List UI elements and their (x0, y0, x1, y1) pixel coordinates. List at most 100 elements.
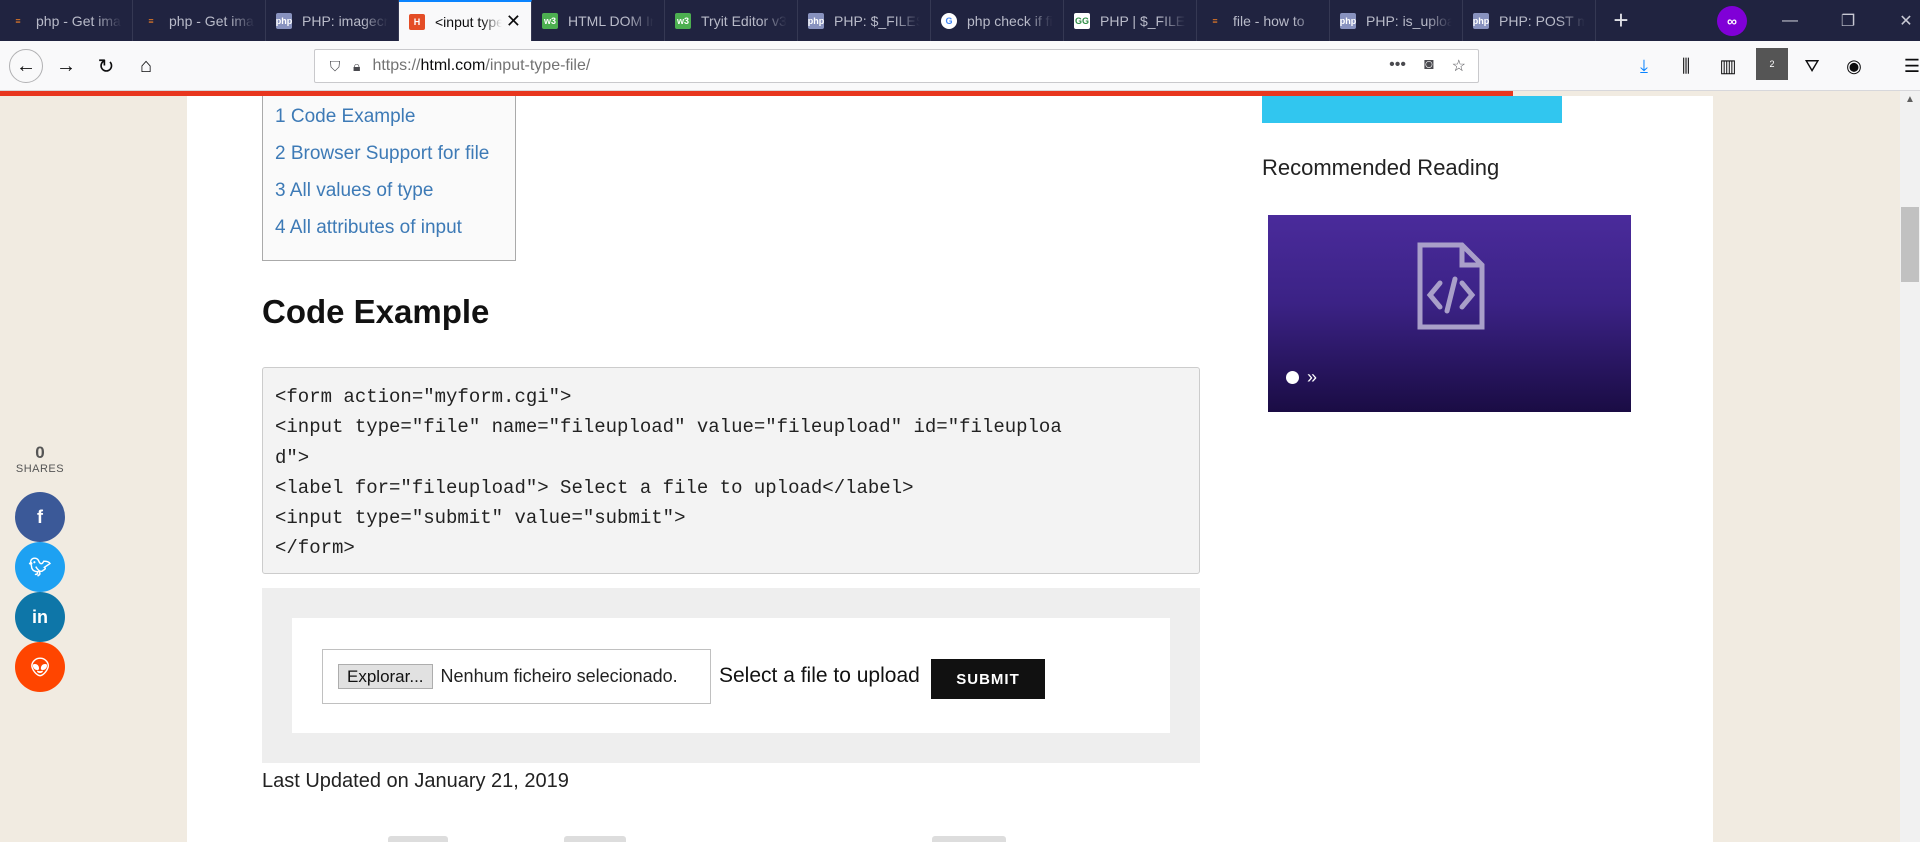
php-icon: php (276, 12, 292, 29)
tab-label: PHP: imagecreate (302, 12, 388, 29)
submit-button[interactable]: SUBMIT (931, 659, 1045, 699)
reload-button[interactable]: ↻ (90, 50, 122, 82)
tab-label: HTML DOM Input (568, 12, 654, 29)
browser-tab[interactable]: w3 HTML DOM Input (532, 0, 665, 41)
htmlcom-icon: H (409, 13, 425, 30)
facebook-icon: f (37, 506, 43, 527)
page-actions-icon[interactable]: ••• (1389, 56, 1406, 76)
code-file-icon (1417, 242, 1485, 330)
ad-banner-bottom[interactable] (1262, 96, 1562, 123)
tab-label: PHP | $_FILES (1100, 12, 1186, 29)
toc-item-attributes-of-input[interactable]: 4 All attributes of input (275, 217, 462, 239)
toc-item-browser-support[interactable]: 2 Browser Support for file (275, 143, 489, 165)
demo-form: Explorar... Nenhum ficheiro selecionado.… (292, 618, 1170, 733)
share-label: SHARES (15, 463, 65, 475)
tab-label: PHP: POST method (1499, 12, 1585, 29)
tab-label: php check if file (967, 12, 1053, 29)
live-demo: Explorar... Nenhum ficheiro selecionado.… (262, 588, 1200, 763)
code-line: <input type="file" name="fileupload" val… (275, 416, 1062, 439)
content-peek (564, 836, 626, 842)
code-line: </form> (275, 537, 355, 560)
scroll-up-icon[interactable]: ▲ (1903, 94, 1917, 108)
tab-strip: ≡ php - Get image ≡ php - Get image php PHP: … (0, 0, 1920, 41)
stackoverflow-icon: ≡ (15, 15, 21, 26)
browser-tab[interactable]: ≡ file - how to (1197, 0, 1330, 41)
scrollbar-thumb[interactable] (1901, 207, 1919, 282)
browser-tab[interactable]: php PHP: POST method (1463, 0, 1596, 41)
browser-tab[interactable]: ≡ php - Get image (0, 0, 133, 41)
minimize-button[interactable]: — (1761, 0, 1819, 41)
google-icon: G (941, 12, 957, 29)
browser-tab[interactable]: Gphp check if file (931, 0, 1064, 41)
code-line: <form action="myform.cgi"> (275, 386, 572, 408)
extension-icon[interactable]: ⛛ (1796, 50, 1828, 82)
url-text[interactable]: https://html.com/input-type-file/ (372, 57, 590, 75)
linkedin-share-button[interactable]: in (15, 592, 65, 642)
share-counter: 0 SHARES (14, 443, 66, 475)
tab-label: <input type="file"> (435, 13, 502, 30)
window-controls: ∞ — ❐ ✕ (1703, 0, 1920, 41)
bookmark-star-icon[interactable]: ☆ (1452, 56, 1466, 76)
toc-item-code-example[interactable]: 1 Code Example (275, 106, 415, 128)
lock-icon[interactable]: 🔒︎ (353, 58, 360, 75)
browser-tab[interactable]: GG PHP | $_FILES (1064, 0, 1197, 41)
restore-button[interactable]: ❐ (1819, 0, 1877, 41)
forward-button[interactable]: → (50, 50, 82, 82)
tab-label: php - Get image (169, 12, 255, 29)
home-button[interactable]: ⌂ (130, 50, 162, 82)
browser-tab[interactable]: ≡ php - Get image (133, 0, 266, 41)
share-count: 0 (35, 443, 45, 462)
code-line: <input type="submit" value="submit"> (275, 507, 686, 530)
library-icon[interactable]: ⫼ (1670, 50, 1702, 82)
browser-tab[interactable]: H <input type="file">✕ (399, 0, 532, 41)
content-peek (932, 836, 1006, 842)
tab-label: PHP: $_FILES (834, 12, 920, 29)
stackoverflow-icon: ≡ (1212, 15, 1218, 26)
file-input-label[interactable]: Select a file to upload (719, 664, 920, 688)
sidebar-icon[interactable]: ▥ (1712, 50, 1744, 82)
table-of-contents: 1 Code Example 2 Browser Support for fil… (262, 96, 516, 261)
account-icon[interactable]: ◉ (1838, 50, 1870, 82)
new-tab-button[interactable]: + (1596, 0, 1646, 41)
php-icon: php (1473, 12, 1489, 29)
browser-tab[interactable]: w3 Tryit Editor v3.6 (665, 0, 798, 41)
browser-tab[interactable]: php PHP: imagecreate (266, 0, 399, 41)
stackoverflow-icon: ≡ (148, 15, 154, 26)
twitter-share-button[interactable]: 🐦︎ (15, 542, 65, 592)
code-line: <label for="fileupload"> Select a file t… (275, 476, 914, 499)
tab-label: php - Get image (36, 12, 122, 29)
php-icon: php (1340, 12, 1356, 29)
w3schools-icon: w3 (675, 12, 691, 29)
linkedin-icon: in (32, 606, 48, 627)
private-browsing-icon: ∞ (1703, 0, 1761, 41)
adblock-icon[interactable]: ABP2 (1754, 48, 1788, 82)
reddit-share-button[interactable]: 👽︎ (15, 642, 65, 692)
scrollbar-track[interactable] (1900, 91, 1920, 842)
php-icon: php (808, 12, 824, 29)
close-tab-icon[interactable]: ✕ (506, 11, 521, 32)
menu-icon[interactable]: ☰ (1896, 50, 1920, 82)
address-bar[interactable]: ⛉ 🔒︎ https://html.com/input-type-file/ •… (314, 49, 1479, 83)
navigation-toolbar: ← → ↻ ⌂ ⛉ 🔒︎ https://html.com/input-type… (0, 41, 1920, 91)
tracking-shield-icon[interactable]: ⛉ (327, 57, 343, 75)
close-window-button[interactable]: ✕ (1877, 0, 1920, 41)
slider-next-button[interactable]: » (1307, 367, 1317, 388)
w3schools-icon: w3 (542, 12, 558, 29)
slider-dot[interactable] (1286, 371, 1299, 384)
tab-label: PHP: is_uploaded (1366, 12, 1452, 29)
twitter-icon: 🐦︎ (28, 556, 52, 577)
file-input[interactable]: Explorar... Nenhum ficheiro selecionado. (322, 649, 711, 704)
facebook-share-button[interactable]: f (15, 492, 65, 542)
downloads-icon[interactable]: ⤓ (1628, 50, 1660, 82)
browse-button[interactable]: Explorar... (338, 664, 433, 689)
section-heading: Code Example (262, 293, 490, 330)
toc-item-values-of-type[interactable]: 3 All values of type (275, 180, 433, 202)
browser-tab[interactable]: php PHP: $_FILES (798, 0, 931, 41)
back-button[interactable]: ← (9, 49, 43, 83)
tab-label: Tryit Editor v3.6 (701, 12, 787, 29)
browser-tab[interactable]: php PHP: is_uploaded (1330, 0, 1463, 41)
adblock-badge: 2 (1756, 48, 1788, 80)
recommended-slider[interactable]: » (1268, 215, 1631, 412)
pocket-icon[interactable]: ◙ (1424, 56, 1434, 76)
recommended-heading: Recommended Reading (1262, 155, 1500, 180)
